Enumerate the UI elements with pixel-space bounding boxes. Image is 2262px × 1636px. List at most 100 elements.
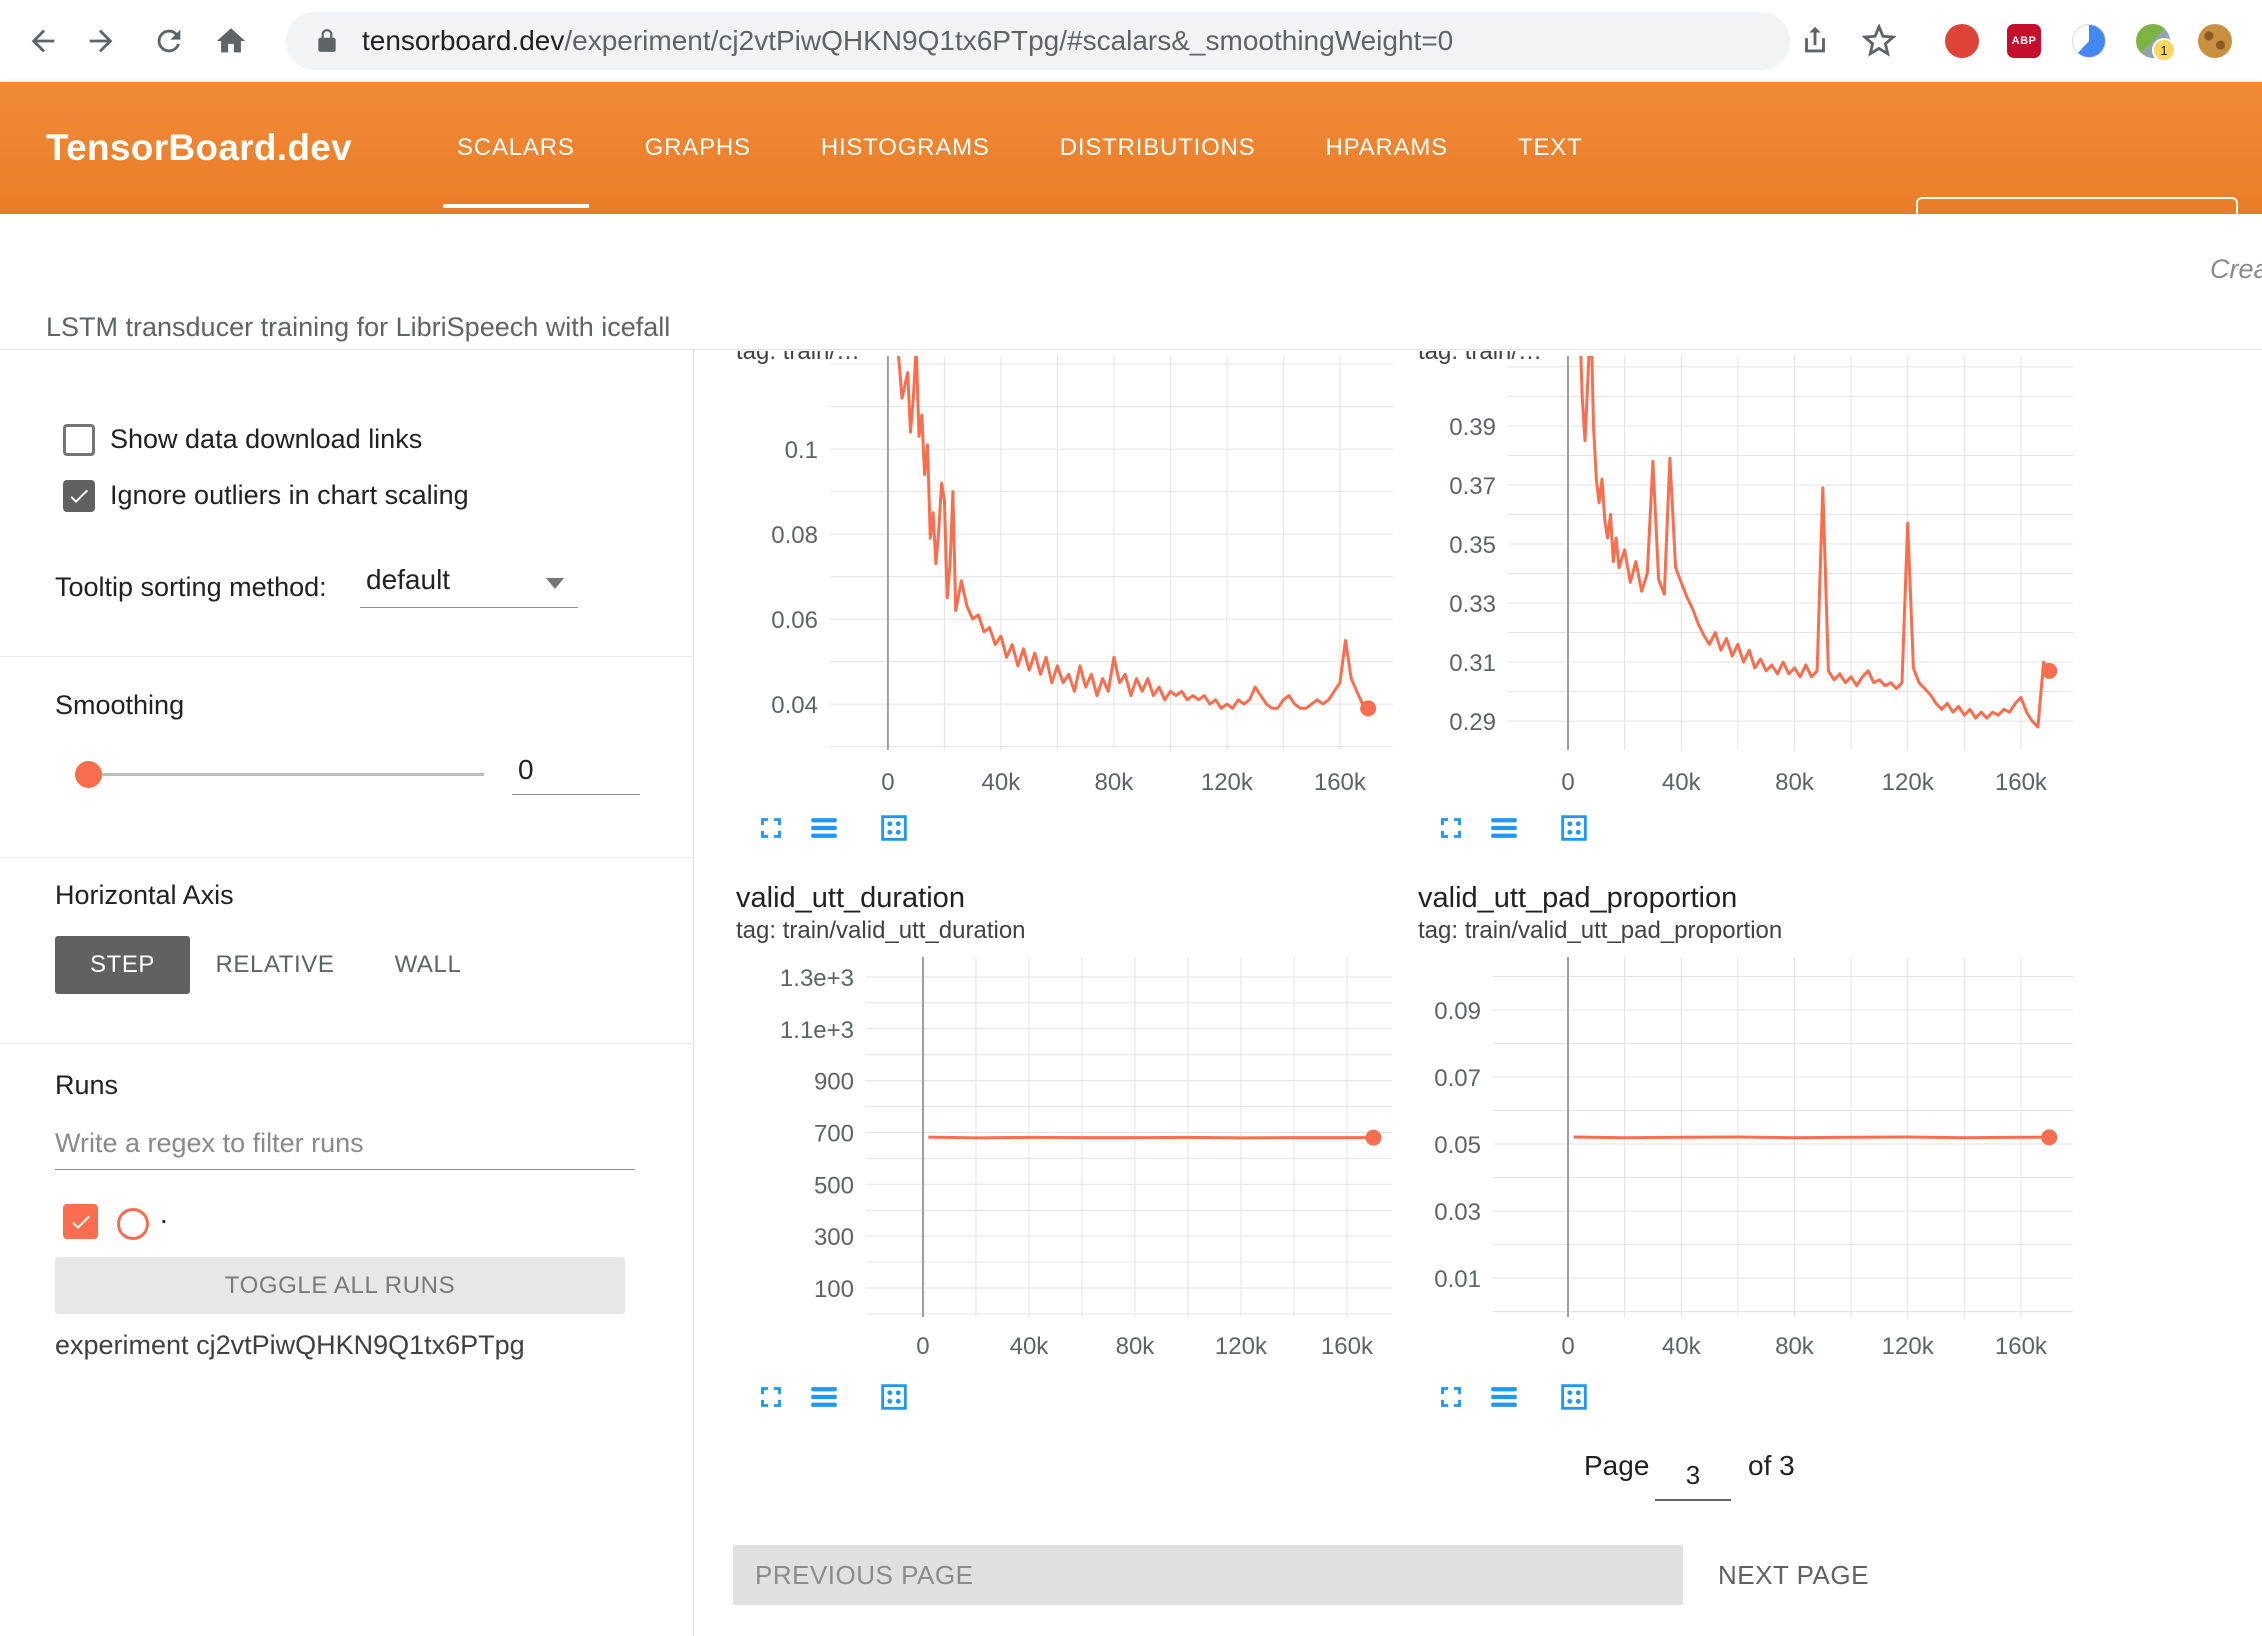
chart-actions [1433, 810, 1592, 846]
scalar-chart-canvas[interactable]: 0.290.310.330.350.370.39040k80k120k160k [1425, 350, 2105, 800]
axis-wall-button[interactable]: WALL [372, 936, 484, 994]
fullscreen-icon [754, 1380, 788, 1414]
fit-domain-icon [877, 811, 911, 845]
smoothing-slider-thumb[interactable] [75, 761, 102, 788]
chart-title: valid_utt_pad_proportion [1418, 882, 1737, 915]
tab-graphs[interactable]: GRAPHS [631, 82, 765, 214]
svg-text:0.03: 0.03 [1434, 1199, 1481, 1226]
svg-text:40k: 40k [1662, 1333, 1702, 1360]
cookie-icon[interactable] [2198, 24, 2232, 58]
svg-text:0.06: 0.06 [771, 607, 818, 634]
expand-chart-button[interactable] [1433, 1379, 1469, 1415]
fullscreen-icon [754, 811, 788, 845]
svg-text:120k: 120k [1882, 769, 1935, 796]
share-button[interactable] [1794, 20, 1836, 62]
fit-domain-button[interactable] [876, 1379, 912, 1415]
axis-relative-button[interactable]: RELATIVE [200, 936, 350, 994]
scalar-chart-canvas[interactable]: 1003005007009001.1e+31.3e+3040k80k120k16… [745, 940, 1425, 1365]
list-icon [807, 811, 841, 845]
tab-scalars[interactable]: SCALARS [443, 82, 589, 214]
experiment-id-label: experiment cj2vtPiwQHKN9Q1tx6PTpg [55, 1330, 525, 1361]
profile-avatar-icon[interactable]: 1 [2136, 24, 2170, 58]
tab-distributions[interactable]: DISTRIBUTIONS [1046, 82, 1270, 214]
scalar-chart-canvas[interactable]: 0.010.030.050.070.09040k80k120k160k [1425, 940, 2105, 1365]
svg-text:40k: 40k [1010, 1333, 1050, 1360]
divider [0, 656, 694, 657]
tab-histograms[interactable]: HISTOGRAMS [807, 82, 1004, 214]
svg-text:1.1e+3: 1.1e+3 [780, 1017, 854, 1044]
runs-selector-button[interactable] [806, 810, 842, 846]
url-path: /experiment/cj2vtPiwQHKN9Q1tx6PTpg/#scal… [564, 25, 1453, 56]
home-button[interactable] [210, 20, 252, 62]
experiment-title: LSTM transducer training for LibriSpeech… [46, 312, 670, 343]
runs-filter-input[interactable] [55, 1122, 635, 1170]
list-icon [807, 1380, 841, 1414]
fit-domain-icon [877, 1380, 911, 1414]
fit-domain-button[interactable] [876, 810, 912, 846]
back-button[interactable] [22, 20, 64, 62]
svg-text:0.39: 0.39 [1449, 414, 1496, 441]
page-number-input[interactable] [1655, 1458, 1731, 1501]
svg-text:80k: 80k [1775, 769, 1815, 796]
run-color-swatch[interactable] [117, 1208, 149, 1240]
svg-text:0.31: 0.31 [1449, 650, 1496, 677]
tab-hparams[interactable]: HPARAMS [1311, 82, 1462, 214]
fit-domain-icon [1557, 811, 1591, 845]
adblock-plus-icon[interactable]: ABP [2007, 24, 2041, 58]
run-checkbox[interactable] [63, 1204, 98, 1239]
svg-text:0.05: 0.05 [1434, 1132, 1481, 1159]
svg-text:0.37: 0.37 [1449, 473, 1496, 500]
ignore-outliers-checkbox[interactable] [63, 480, 95, 512]
tab-text[interactable]: TEXT [1504, 82, 1597, 214]
axis-step-button[interactable]: STEP [55, 936, 190, 994]
show-download-links-label: Show data download links [110, 424, 422, 455]
fit-domain-button[interactable] [1556, 1379, 1592, 1415]
svg-text:0.08: 0.08 [771, 522, 818, 549]
svg-text:300: 300 [814, 1224, 854, 1251]
horizontal-axis-label: Horizontal Axis [55, 880, 234, 911]
svg-text:500: 500 [814, 1172, 854, 1199]
run-item-label: . [160, 1198, 168, 1230]
smoothing-value-input[interactable] [512, 752, 640, 795]
svg-text:120k: 120k [1201, 769, 1254, 796]
svg-text:40k: 40k [1662, 769, 1702, 796]
svg-text:700: 700 [814, 1120, 854, 1147]
runs-selector-button[interactable] [1486, 1379, 1522, 1415]
expand-chart-button[interactable] [753, 810, 789, 846]
svg-text:100: 100 [814, 1276, 854, 1303]
svg-text:160k: 160k [1314, 769, 1367, 796]
chevron-down-icon [546, 578, 564, 589]
refresh-button[interactable] [148, 20, 190, 62]
expand-chart-button[interactable] [753, 1379, 789, 1415]
runs-label: Runs [55, 1070, 118, 1101]
smoothing-slider-track[interactable] [88, 773, 484, 776]
check-icon [69, 1210, 93, 1234]
bookmark-button[interactable] [1858, 20, 1900, 62]
forward-icon [84, 24, 118, 58]
svg-text:0.04: 0.04 [771, 692, 818, 719]
svg-text:0: 0 [1561, 1333, 1574, 1360]
svg-text:0.1: 0.1 [785, 437, 818, 464]
extension-blue-icon[interactable] [2072, 24, 2106, 58]
toggle-all-runs-button[interactable]: TOGGLE ALL RUNS [55, 1257, 625, 1314]
app-header: TensorBoard.dev SCALARS GRAPHS HISTOGRAM… [0, 82, 2262, 214]
fullscreen-icon [1434, 811, 1468, 845]
svg-text:120k: 120k [1882, 1333, 1935, 1360]
extension-red-icon[interactable] [1945, 24, 1979, 58]
address-bar[interactable]: tensorboard.dev/experiment/cj2vtPiwQHKN9… [286, 12, 1790, 70]
show-download-links-checkbox[interactable] [63, 424, 95, 456]
forward-button[interactable] [80, 20, 122, 62]
tooltip-sorting-dropdown[interactable]: default [360, 560, 578, 608]
next-page-button[interactable]: NEXT PAGE [1700, 1545, 1887, 1605]
home-icon [214, 24, 248, 58]
previous-page-button[interactable]: PREVIOUS PAGE [733, 1545, 1683, 1605]
svg-text:80k: 80k [1095, 769, 1135, 796]
runs-selector-button[interactable] [1486, 810, 1522, 846]
expand-chart-button[interactable] [1433, 810, 1469, 846]
back-icon [26, 24, 60, 58]
fit-domain-button[interactable] [1556, 810, 1592, 846]
app-logo[interactable]: TensorBoard.dev [46, 82, 352, 214]
runs-selector-button[interactable] [806, 1379, 842, 1415]
svg-text:120k: 120k [1215, 1333, 1268, 1360]
scalar-chart-canvas[interactable]: 0.040.060.080.1040k80k120k160k [745, 350, 1425, 800]
